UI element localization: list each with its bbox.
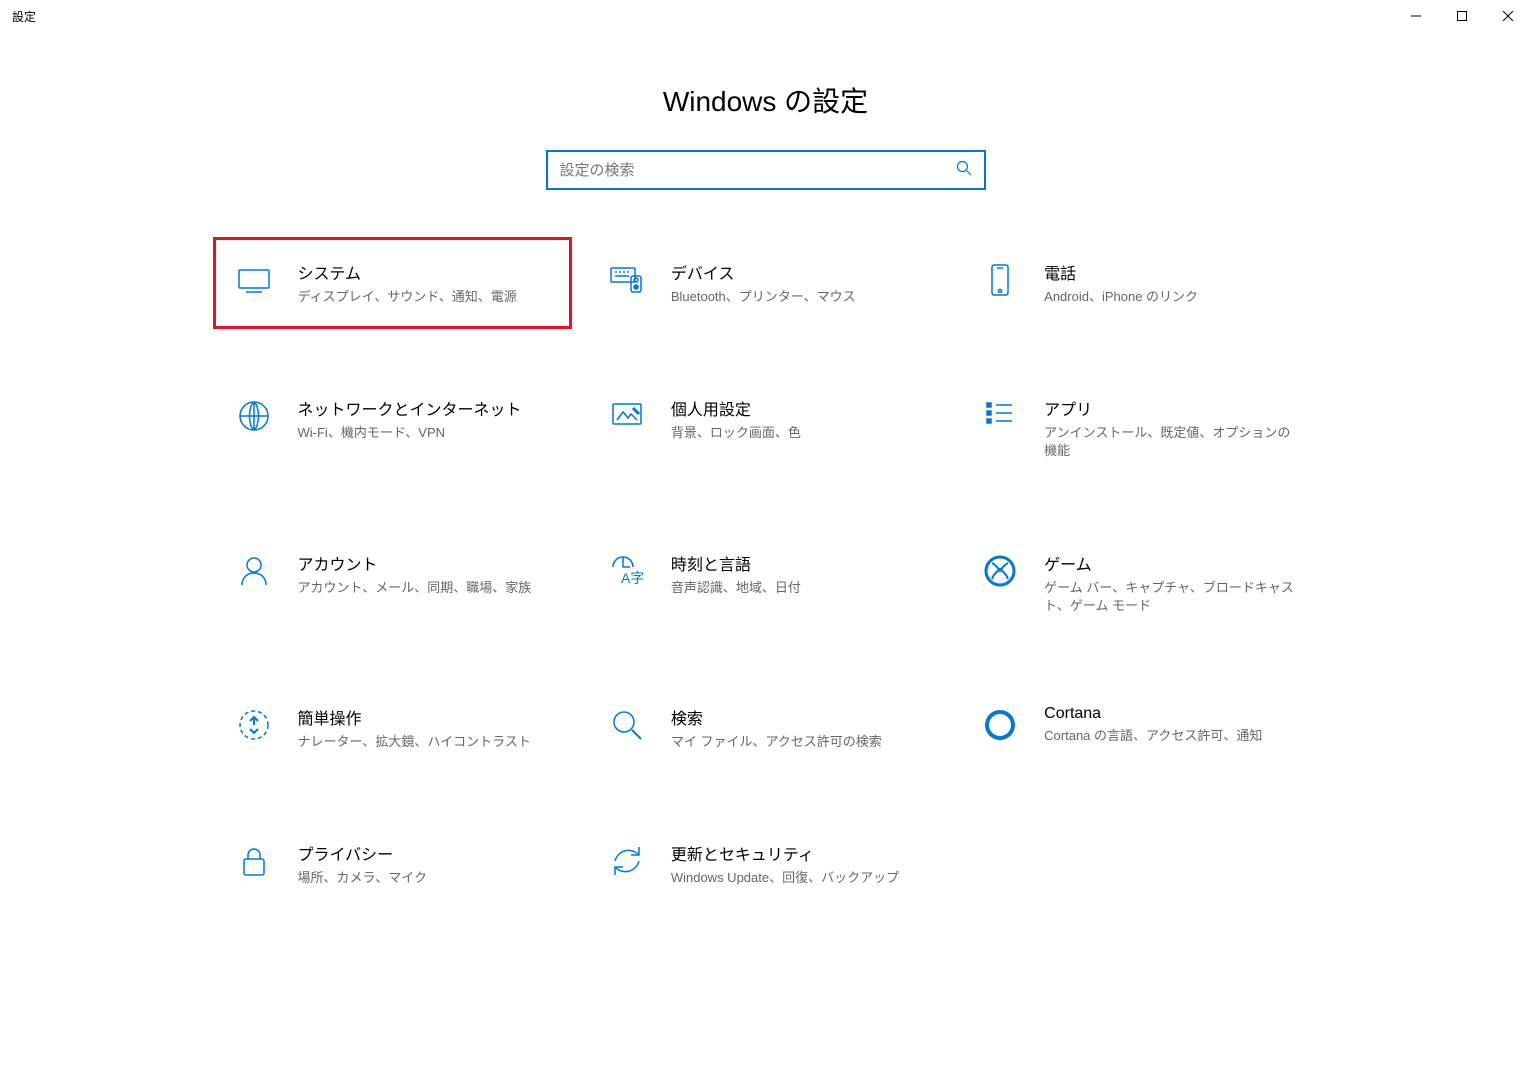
xbox-icon <box>980 551 1020 591</box>
cortana-icon <box>980 705 1020 745</box>
paint-icon <box>607 396 647 436</box>
minimize-button[interactable] <box>1393 0 1439 32</box>
lock-icon <box>234 841 274 881</box>
item-desc: Cortana の言語、アクセス許可、通知 <box>1044 727 1297 745</box>
settings-item-phone[interactable]: 電話 Android、iPhone のリンク <box>972 250 1305 316</box>
item-title: アカウント <box>298 551 551 575</box>
item-desc: Wi-Fi、機内モード、VPN <box>298 424 551 442</box>
item-title: ネットワークとインターネット <box>298 396 551 420</box>
svg-text:A字: A字 <box>621 570 644 586</box>
window-title: 設定 <box>12 8 36 25</box>
ease-of-access-icon <box>234 705 274 745</box>
display-icon <box>234 260 274 300</box>
window-controls <box>1393 0 1531 32</box>
item-title: 簡単操作 <box>298 705 551 729</box>
search-box[interactable] <box>546 150 986 190</box>
item-desc: ナレーター、拡大鏡、ハイコントラスト <box>298 733 551 751</box>
settings-item-system[interactable]: システム ディスプレイ、サウンド、通知、電源 <box>226 250 559 316</box>
item-desc: Bluetooth、プリンター、マウス <box>671 288 924 306</box>
item-title: ゲーム <box>1044 551 1297 575</box>
settings-item-apps[interactable]: アプリ アンインストール、既定値、オプションの機能 <box>972 386 1305 470</box>
keyboard-icon <box>607 260 647 300</box>
apps-icon <box>980 396 1020 436</box>
item-title: 検索 <box>671 705 924 729</box>
phone-icon <box>980 260 1020 300</box>
settings-item-devices[interactable]: デバイス Bluetooth、プリンター、マウス <box>599 250 932 316</box>
item-title: デバイス <box>671 260 924 284</box>
item-title: 個人用設定 <box>671 396 924 420</box>
search-icon <box>956 160 972 181</box>
item-desc: アンインストール、既定値、オプションの機能 <box>1044 424 1297 460</box>
item-desc: Windows Update、回復、バックアップ <box>671 869 924 887</box>
item-title: Cortana <box>1044 705 1297 723</box>
close-button[interactable] <box>1485 0 1531 32</box>
item-desc: Android、iPhone のリンク <box>1044 288 1297 306</box>
item-desc: 背景、ロック画面、色 <box>671 424 924 442</box>
settings-item-cortana[interactable]: Cortana Cortana の言語、アクセス許可、通知 <box>972 695 1305 761</box>
settings-item-search[interactable]: 検索 マイ ファイル、アクセス許可の検索 <box>599 695 932 761</box>
search-input[interactable] <box>560 162 956 179</box>
time-language-icon: A字 <box>607 551 647 591</box>
settings-item-personalization[interactable]: 個人用設定 背景、ロック画面、色 <box>599 386 932 470</box>
settings-grid: システム ディスプレイ、サウンド、通知、電源 デバイス Bluetooth、プリ… <box>206 250 1326 897</box>
item-desc: 音声認識、地域、日付 <box>671 579 924 597</box>
item-desc: アカウント、メール、同期、職場、家族 <box>298 579 551 597</box>
page-header: Windows の設定 <box>0 80 1531 120</box>
item-title: 更新とセキュリティ <box>671 841 924 865</box>
magnifier-icon <box>607 705 647 745</box>
person-icon <box>234 551 274 591</box>
item-desc: ゲーム バー、キャプチャ、ブロードキャスト、ゲーム モード <box>1044 579 1297 615</box>
globe-icon <box>234 396 274 436</box>
item-title: プライバシー <box>298 841 551 865</box>
item-desc: ディスプレイ、サウンド、通知、電源 <box>298 288 551 306</box>
item-title: アプリ <box>1044 396 1297 420</box>
item-desc: マイ ファイル、アクセス許可の検索 <box>671 733 924 751</box>
maximize-button[interactable] <box>1439 0 1485 32</box>
title-bar: 設定 <box>0 0 1531 32</box>
settings-item-ease-of-access[interactable]: 簡単操作 ナレーター、拡大鏡、ハイコントラスト <box>226 695 559 761</box>
item-desc: 場所、カメラ、マイク <box>298 869 551 887</box>
settings-item-time-language[interactable]: A字 時刻と言語 音声認識、地域、日付 <box>599 541 932 625</box>
settings-item-privacy[interactable]: プライバシー 場所、カメラ、マイク <box>226 831 559 897</box>
settings-item-network[interactable]: ネットワークとインターネット Wi-Fi、機内モード、VPN <box>226 386 559 470</box>
settings-item-update-security[interactable]: 更新とセキュリティ Windows Update、回復、バックアップ <box>599 831 932 897</box>
page-title: Windows の設定 <box>0 80 1531 120</box>
settings-item-gaming[interactable]: ゲーム ゲーム バー、キャプチャ、ブロードキャスト、ゲーム モード <box>972 541 1305 625</box>
item-title: システム <box>298 260 551 284</box>
item-title: 電話 <box>1044 260 1297 284</box>
item-title: 時刻と言語 <box>671 551 924 575</box>
settings-item-accounts[interactable]: アカウント アカウント、メール、同期、職場、家族 <box>226 541 559 625</box>
sync-icon <box>607 841 647 881</box>
